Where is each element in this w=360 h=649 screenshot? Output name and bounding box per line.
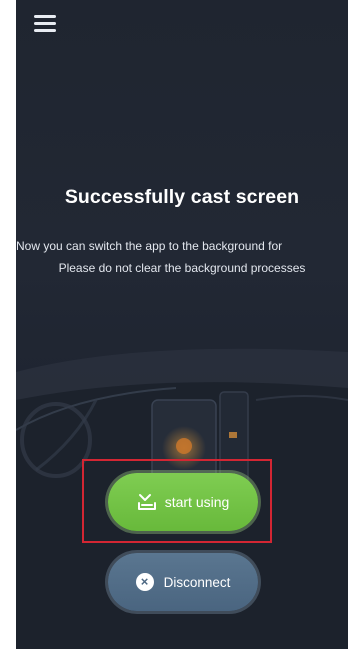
- check-tray-icon: [137, 494, 156, 510]
- disconnect-button[interactable]: × Disconnect: [108, 553, 258, 611]
- car-dashboard-background: [16, 348, 348, 649]
- cast-instruction-line-2: Please do not clear the background proce…: [58, 261, 306, 275]
- start-using-label: start using: [164, 494, 230, 510]
- cast-instruction-line-1: Now you can switch the app to the backgr…: [16, 239, 283, 253]
- disconnect-label: Disconnect: [163, 574, 231, 590]
- close-circle-icon: ×: [135, 573, 154, 591]
- cast-screen: Successfully cast screen Now you can swi…: [16, 0, 348, 649]
- cast-success-title: Successfully cast screen: [64, 186, 300, 208]
- menu-button[interactable]: [32, 12, 58, 34]
- start-using-button[interactable]: start using: [108, 473, 258, 531]
